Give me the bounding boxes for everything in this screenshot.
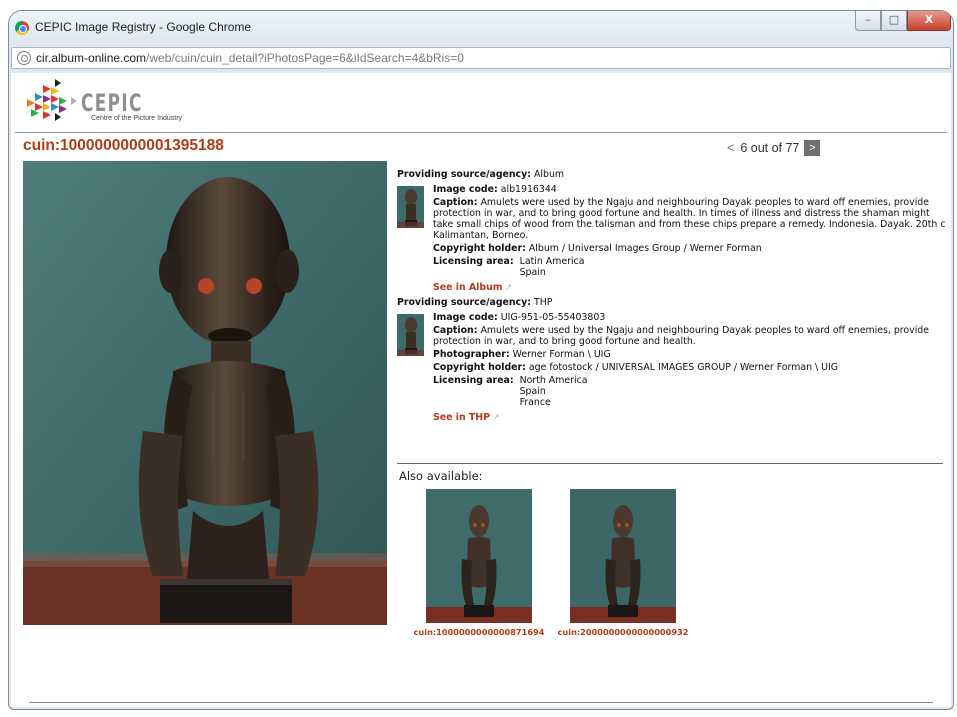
caption-row: Caption: Amulets were used by the Ngaju …: [433, 197, 949, 241]
maximize-button[interactable]: □: [881, 11, 907, 31]
licensing-row: Licensing area: Latin America Spain: [433, 256, 949, 278]
also-thumbnail[interactable]: [570, 489, 676, 623]
source-label: Providing source/agency:: [397, 169, 531, 180]
page-title: cuin:1000000000001395188: [23, 137, 224, 154]
also-thumbnail[interactable]: [426, 489, 532, 623]
page-counter: 6 out of 77: [740, 141, 800, 155]
caption-row: Caption: Amulets were used by the Ngaju …: [433, 325, 949, 347]
image-code-row: Image code: alb1916344: [433, 184, 949, 195]
also-available-label: Also available:: [399, 469, 483, 483]
licensing-label: Licensing area:: [433, 375, 514, 386]
also-thumbnail-image: [426, 489, 532, 623]
copyright-row: Copyright holder: Album / Universal Imag…: [433, 243, 949, 254]
window-controls: – □ X: [855, 11, 951, 33]
licensing-value: Spain: [519, 267, 546, 278]
source-line: Providing source/agency: THP: [397, 297, 949, 308]
details-panel: Providing source/agency: Album Image cod…: [397, 169, 949, 427]
also-caption-link[interactable]: cuin:2000000000000000932: [553, 627, 693, 637]
close-button[interactable]: X: [907, 11, 951, 31]
prev-page-button[interactable]: <: [727, 141, 734, 155]
see-in-album-link[interactable]: See in Album ↗: [433, 282, 512, 293]
main-image[interactable]: [23, 161, 387, 625]
record-album: Image code: alb1916344 Caption: Amulets …: [397, 184, 949, 293]
external-link-icon: ↗: [492, 412, 500, 423]
also-thumbnail-image: [570, 489, 676, 623]
image-code-row: Image code: UIG-951-05-55403803: [433, 312, 949, 323]
photographer-label: Photographer:: [433, 349, 510, 360]
copyright-label: Copyright holder:: [433, 243, 526, 254]
photographer-value: Werner Forman \ UIG: [512, 349, 611, 360]
also-caption-link[interactable]: cuin:1000000000000871694: [409, 627, 549, 637]
source-line: Providing source/agency: Album: [397, 169, 949, 180]
source-value: Album: [533, 169, 565, 180]
caption-value: Amulets were used by the Ngaju and neigh…: [433, 197, 946, 241]
image-code-label: Image code:: [433, 312, 498, 323]
copyright-value: Album / Universal Images Group / Werner …: [528, 243, 762, 254]
url-host: cir.album-online.com: [36, 51, 147, 65]
also-available-item[interactable]: cuin:2000000000000000932: [553, 489, 693, 637]
also-available-item[interactable]: cuin:1000000000000871694: [409, 489, 549, 637]
page-content: CEPIC Centre of the Picture Industry cui…: [11, 73, 951, 707]
copyright-row: Copyright holder: age fotostock / UNIVER…: [433, 362, 949, 373]
next-page-button[interactable]: >: [804, 140, 821, 156]
thumbnail-image: [397, 186, 424, 228]
record-thp: Image code: UIG-951-05-55403803 Caption:…: [397, 312, 949, 423]
copyright-value: age fotostock / UNIVERSAL IMAGES GROUP /…: [528, 362, 839, 373]
caption-value: Amulets were used by the Ngaju and neigh…: [433, 325, 930, 347]
photographer-row: Photographer: Werner Forman \ UIG: [433, 349, 949, 360]
url-text[interactable]: cir.album-online.com/web/cuin/cuin_detai…: [36, 51, 464, 65]
page-info-icon[interactable]: [17, 51, 31, 65]
licensing-values: North America Spain France: [520, 375, 588, 408]
cepic-logo[interactable]: CEPIC Centre of the Picture Industry: [17, 77, 237, 129]
record-thumbnail[interactable]: [397, 314, 424, 356]
copyright-label: Copyright holder:: [433, 362, 526, 373]
source-value: THP: [533, 297, 553, 308]
licensing-label: Licensing area:: [433, 256, 514, 267]
caption-label: Caption:: [433, 197, 478, 208]
image-code-value: UIG-951-05-55403803: [500, 312, 606, 323]
browser-window: CEPIC Image Registry - Google Chrome – □…: [8, 10, 954, 710]
logo-wordmark: CEPIC: [81, 89, 143, 117]
see-link-text: See in Album: [433, 282, 503, 293]
external-link-icon: ↗: [504, 282, 513, 293]
licensing-value: Latin America: [519, 256, 585, 267]
image-code-value: alb1916344: [500, 184, 557, 195]
image-code-label: Image code:: [433, 184, 498, 195]
pagination: < 6 out of 77 >: [727, 140, 821, 156]
header-divider: [15, 132, 947, 133]
address-bar[interactable]: cir.album-online.com/web/cuin/cuin_detai…: [11, 47, 951, 69]
licensing-row: Licensing area: North America Spain Fran…: [433, 375, 949, 408]
url-path: /web/cuin/cuin_detail?iPhotosPage=6&iIdS…: [146, 51, 464, 65]
chrome-icon: [15, 21, 29, 35]
also-divider: [397, 463, 943, 464]
see-in-thp-link[interactable]: See in THP ↗: [433, 412, 500, 423]
title-bar: CEPIC Image Registry - Google Chrome – □…: [9, 11, 953, 43]
caption-label: Caption:: [433, 325, 478, 336]
record-thumbnail[interactable]: [397, 186, 424, 228]
window-title: CEPIC Image Registry - Google Chrome: [35, 20, 252, 34]
statue-photo: [23, 161, 387, 625]
bottom-border: [29, 702, 933, 703]
see-link-text: See in THP: [433, 412, 490, 423]
minimize-button[interactable]: –: [855, 11, 881, 31]
licensing-value: France: [519, 397, 551, 408]
licensing-value: Spain: [519, 386, 546, 397]
thumbnail-image: [397, 314, 424, 356]
licensing-values: Latin America Spain: [520, 256, 585, 278]
logo-subtitle: Centre of the Picture Industry: [91, 115, 183, 122]
cepic-logo-mark-icon: [27, 79, 77, 121]
licensing-value: North America: [519, 375, 588, 386]
source-label: Providing source/agency:: [397, 297, 531, 308]
